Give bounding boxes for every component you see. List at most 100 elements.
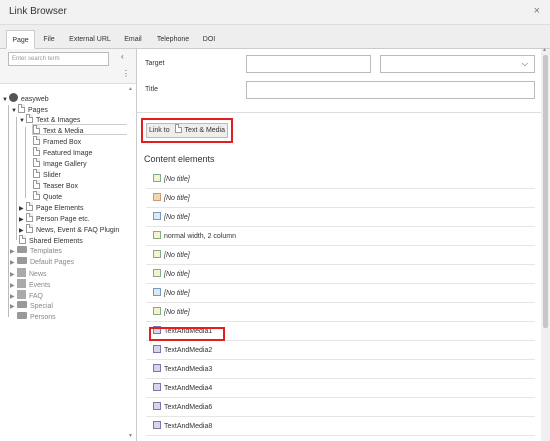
page-icon — [26, 202, 33, 211]
page-icon — [18, 104, 25, 113]
tree-node-label: Text & Images — [36, 117, 81, 124]
tab-bar: Page File External URL Email Telephone D… — [0, 25, 550, 49]
content-element-row[interactable]: [No title] — [146, 265, 535, 284]
tree-search-input[interactable]: Enter search term — [8, 52, 109, 66]
tree-node-special[interactable]: ▶ Special — [10, 301, 53, 312]
tab-doi[interactable]: DOI — [199, 30, 219, 49]
textmedia-element-icon — [153, 364, 161, 372]
link-to-page-button[interactable]: Link to Text & Media — [146, 123, 228, 138]
text-element-icon — [153, 307, 161, 315]
more-options-icon[interactable]: ⋮ — [122, 69, 130, 78]
tree-toolbar: Enter search term ‹ ⋮ — [0, 49, 136, 84]
content-element-row[interactable]: [No title] — [146, 189, 535, 208]
content-element-row[interactable]: TextAndMedia4 — [146, 379, 535, 398]
faq-folder-icon — [17, 290, 26, 299]
tree-node-label: Person Page etc. — [36, 216, 90, 223]
link-attributes-form: Target ⌵ Title — [137, 49, 542, 113]
caret-open-icon[interactable]: ▼ — [2, 95, 9, 106]
page-icon — [33, 180, 40, 189]
tree-node-persons[interactable]: Persons — [17, 312, 56, 323]
chevron-down-icon: ⌵ — [521, 59, 528, 68]
tab-email[interactable]: Email — [120, 30, 146, 49]
content-element-row[interactable]: [No title] — [146, 208, 535, 227]
tree-node-easyweb[interactable]: ▼ easyweb — [2, 93, 49, 104]
textmedia-element-icon — [153, 345, 161, 353]
tree-node-label: Featured Image — [43, 150, 93, 157]
tab-file[interactable]: File — [39, 30, 59, 49]
content-scrollbar[interactable]: ▲ — [541, 47, 550, 441]
tree-node-templates[interactable]: ▶ Templates — [10, 246, 62, 257]
page-icon — [26, 224, 33, 233]
tree-node-person-page[interactable]: ▶ Person Page etc. — [19, 213, 90, 224]
target-label: Target — [145, 60, 165, 67]
page-icon — [26, 114, 33, 123]
tree-node-news[interactable]: ▶ News — [10, 268, 47, 279]
page-icon — [26, 213, 33, 222]
caret-open-icon[interactable]: ▼ — [19, 116, 26, 127]
title-input[interactable] — [246, 81, 535, 99]
content-element-row[interactable]: TextAndMedia2 — [146, 341, 535, 360]
tree-node-quote[interactable]: Quote — [33, 191, 62, 202]
tree-node-label: Pages — [28, 107, 48, 114]
page-icon — [174, 124, 182, 133]
content-element-row[interactable]: [No title] — [146, 284, 535, 303]
tree-node-featured-image[interactable]: Featured Image — [33, 147, 92, 158]
tab-page[interactable]: Page — [6, 30, 35, 49]
content-element-row[interactable]: [No title] — [146, 170, 535, 189]
tree-node-text-media[interactable]: Text & Media — [32, 124, 128, 135]
title-label: Title — [145, 86, 158, 93]
tree-node-image-gallery[interactable]: Image Gallery — [33, 158, 87, 169]
caret-closed-icon[interactable]: ▶ — [10, 302, 17, 313]
tree-scrollbar[interactable]: ▲ ▼ — [127, 84, 135, 441]
content-element-row[interactable]: TextAndMedia8 — [146, 417, 535, 436]
target-input[interactable] — [246, 55, 371, 73]
tree-node-news-event-faq[interactable]: ▶ News, Event & FAQ Plugin — [19, 224, 119, 235]
collapse-panel-icon[interactable]: ‹ — [121, 52, 124, 61]
page-icon — [33, 169, 40, 178]
caret-open-icon[interactable]: ▼ — [11, 106, 18, 117]
close-icon[interactable]: × — [534, 5, 540, 17]
dialog-titlebar: Link Browser × — [0, 0, 550, 25]
tab-external-url[interactable]: External URL — [66, 30, 114, 49]
tree-node-framed-box[interactable]: Framed Box — [33, 136, 81, 147]
page-icon — [33, 125, 40, 134]
link-button-label: Link to — [148, 127, 170, 134]
tree-node-events[interactable]: ▶ Events — [10, 279, 50, 290]
tree-node-teaser-box[interactable]: Teaser Box — [33, 180, 78, 191]
page-tree-panel: Enter search term ‹ ⋮ ▼ easyweb ▼ Pages ▼ T… — [0, 49, 137, 441]
tree-node-default-pages[interactable]: ▶ Default Pages — [10, 257, 74, 268]
tree-node-slider[interactable]: Slider — [33, 169, 61, 180]
header-element-icon — [153, 212, 161, 220]
tab-telephone[interactable]: Telephone — [153, 30, 193, 49]
content-element-row[interactable]: TextAndMedia6 — [146, 398, 535, 417]
scrollbar-thumb[interactable] — [543, 55, 548, 328]
tree-node-label: Shared Elements — [29, 238, 83, 245]
tree-node-label: News, Event & FAQ Plugin — [36, 227, 120, 234]
tree-node-label: FAQ — [29, 293, 44, 300]
tree-node-label: Text & Media — [43, 128, 84, 135]
tree-node-label: Framed Box — [43, 139, 82, 146]
scroll-up-icon[interactable]: ▲ — [542, 47, 547, 53]
folder-icon — [17, 301, 27, 308]
page-icon — [33, 147, 40, 156]
textmedia-element-icon — [153, 402, 161, 410]
tree-node-shared-elements[interactable]: Shared Elements — [19, 235, 83, 246]
folder-icon — [17, 246, 27, 253]
content-element-row[interactable]: [No title] — [146, 303, 535, 322]
link-details-panel: Target ⌵ Title Link to Text & Media Cont… — [137, 49, 550, 441]
content-element-row[interactable]: [No title] — [146, 246, 535, 265]
tree-line — [16, 117, 17, 240]
tree-node-faq[interactable]: ▶ FAQ — [10, 290, 43, 301]
tree-node-label: Page Elements — [36, 205, 84, 212]
content-element-row[interactable]: normal width, 2 column — [146, 227, 535, 246]
target-select[interactable]: ⌵ — [380, 55, 535, 73]
scroll-up-icon[interactable]: ▲ — [128, 86, 133, 92]
tree-line — [25, 127, 26, 198]
textmedia-element-icon — [153, 383, 161, 391]
tree-node-label: Teaser Box — [43, 183, 79, 190]
tree-node-page-elements[interactable]: ▶ Page Elements — [19, 202, 83, 213]
tree-node-label: Special — [30, 303, 53, 310]
tree-node-label: Image Gallery — [43, 161, 87, 168]
scroll-down-icon[interactable]: ▼ — [128, 433, 133, 439]
content-element-row[interactable]: TextAndMedia3 — [146, 360, 535, 379]
